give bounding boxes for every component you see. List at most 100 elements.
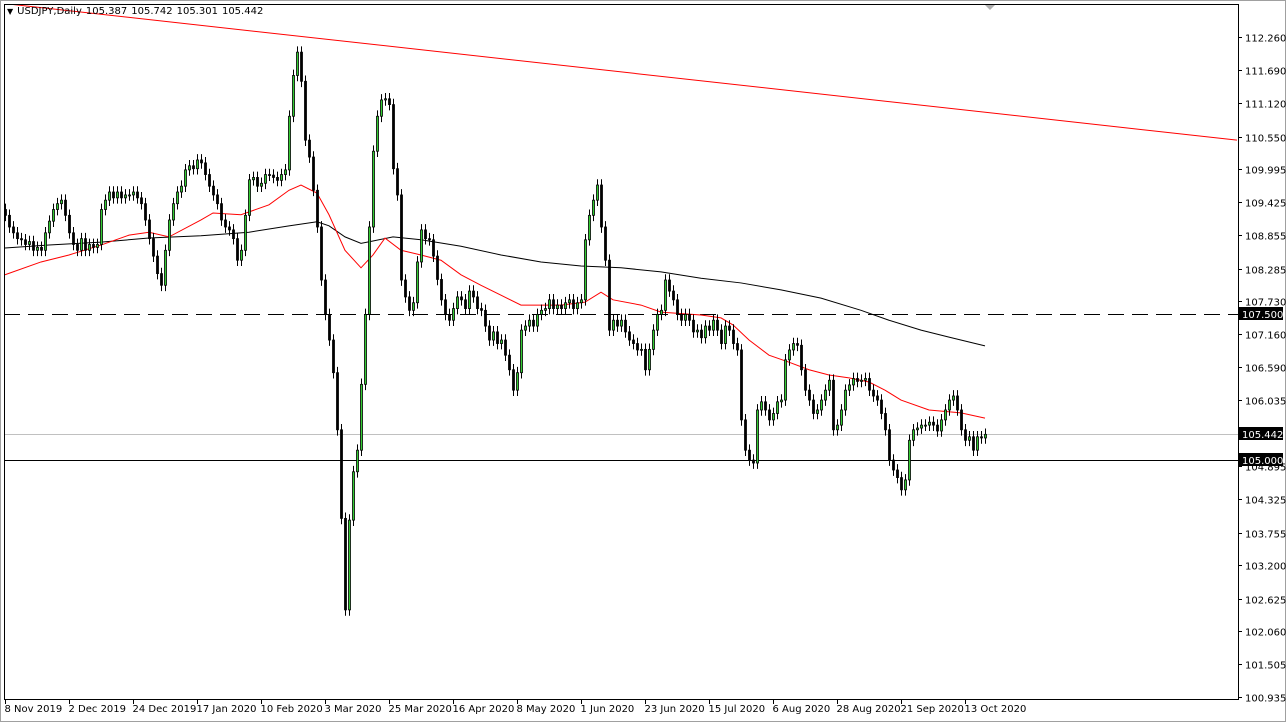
candle	[344, 512, 347, 616]
bear-candle-body	[728, 325, 731, 331]
bear-candle-body	[804, 369, 807, 391]
bull-candle-body	[452, 308, 455, 321]
bull-candle-body	[564, 302, 567, 309]
bear-candle-body	[488, 325, 491, 341]
bear-candle-body	[868, 378, 871, 391]
bull-candle-body	[456, 296, 459, 309]
candle	[172, 197, 175, 226]
candle	[356, 444, 359, 478]
bull-candle-body	[52, 209, 55, 222]
bull-candle-body	[916, 427, 919, 431]
candle	[516, 366, 519, 396]
candle	[580, 294, 583, 309]
bear-candle-body	[92, 244, 95, 248]
candle	[488, 320, 491, 346]
bear-candle-body	[808, 389, 811, 401]
candle	[568, 294, 571, 309]
candle	[440, 273, 443, 306]
bear-candle-body	[572, 299, 575, 309]
bear-candle-body	[532, 319, 535, 327]
bear-candle-body	[812, 399, 815, 414]
candle	[644, 343, 647, 376]
candle	[948, 394, 951, 416]
candle	[624, 314, 627, 338]
candle	[868, 372, 871, 396]
candle	[200, 154, 203, 169]
candle	[160, 267, 163, 292]
bear-candle-body	[8, 214, 11, 228]
candle	[768, 404, 771, 426]
candle	[744, 414, 747, 457]
candle	[388, 92, 391, 111]
bull-candle-body	[180, 185, 183, 193]
bear-candle-body	[408, 296, 411, 311]
candle	[100, 203, 103, 251]
bear-candle-body	[268, 174, 271, 176]
candle	[28, 235, 31, 251]
bear-candle-body	[276, 177, 279, 181]
candle	[708, 320, 711, 336]
candle	[648, 343, 651, 376]
bear-candle-body	[136, 191, 139, 199]
bull-candle-body	[684, 314, 687, 321]
bull-candle-body	[352, 471, 355, 521]
bear-candle-body	[880, 399, 883, 414]
candle	[52, 203, 55, 227]
bull-candle-body	[788, 349, 791, 361]
bull-candle-body	[244, 214, 247, 251]
bear-candle-body	[832, 379, 835, 431]
candle	[732, 324, 735, 350]
candle	[60, 194, 63, 210]
bull-candle-body	[468, 290, 471, 309]
candle	[76, 238, 79, 257]
candle	[836, 419, 839, 436]
candle	[964, 423, 967, 447]
bull-candle-body	[36, 246, 39, 251]
bear-candle-body	[224, 219, 227, 228]
bear-candle-body	[632, 339, 635, 344]
bull-candle-body	[372, 150, 375, 228]
candle	[756, 404, 759, 469]
candle	[368, 221, 371, 321]
bull-candle-body	[412, 302, 415, 311]
dropdown-triangle-icon[interactable]: ▼	[7, 7, 13, 16]
candle	[36, 241, 39, 257]
bear-candle-body	[604, 226, 607, 261]
price-chart[interactable]: 112.260 111.690 111.120 110.550 109.995 109.4…	[0, 0, 1286, 722]
bull-candle-body	[284, 169, 287, 175]
bear-candle-body	[672, 290, 675, 301]
candle	[612, 314, 615, 336]
x-tick-label: 16 Apr 2020	[453, 704, 515, 715]
bull-candle-body	[844, 389, 847, 411]
candle	[32, 235, 35, 257]
bull-candle-body	[976, 436, 979, 451]
bull-candle-body	[920, 424, 923, 429]
bull-candle-body	[44, 232, 47, 251]
bear-candle-body	[304, 80, 307, 141]
bear-candle-body	[256, 177, 259, 187]
bear-candle-body	[144, 203, 147, 221]
candle	[876, 390, 879, 406]
bear-candle-body	[956, 395, 959, 411]
chart-header: ▼ USDJPY,Daily 105.387 105.742 105.301 1…	[7, 6, 263, 17]
bear-candle-body	[720, 329, 723, 344]
candle	[412, 296, 415, 317]
candle	[712, 314, 715, 336]
bull-candle-body	[948, 399, 951, 411]
candle	[748, 444, 751, 466]
bear-candle-body	[40, 246, 43, 251]
bull-candle-body	[492, 331, 495, 341]
bull-candle-body	[908, 439, 911, 481]
candle	[240, 244, 243, 267]
bear-candle-body	[508, 354, 511, 371]
bear-candle-body	[328, 314, 331, 341]
candle	[88, 238, 91, 257]
candle	[448, 308, 451, 327]
candle	[968, 430, 971, 447]
candle	[92, 238, 95, 254]
bear-candle-body	[480, 308, 483, 311]
bear-candle-body	[692, 319, 695, 333]
candle	[252, 171, 255, 186]
bear-candle-body	[744, 419, 747, 451]
candle	[636, 337, 639, 356]
